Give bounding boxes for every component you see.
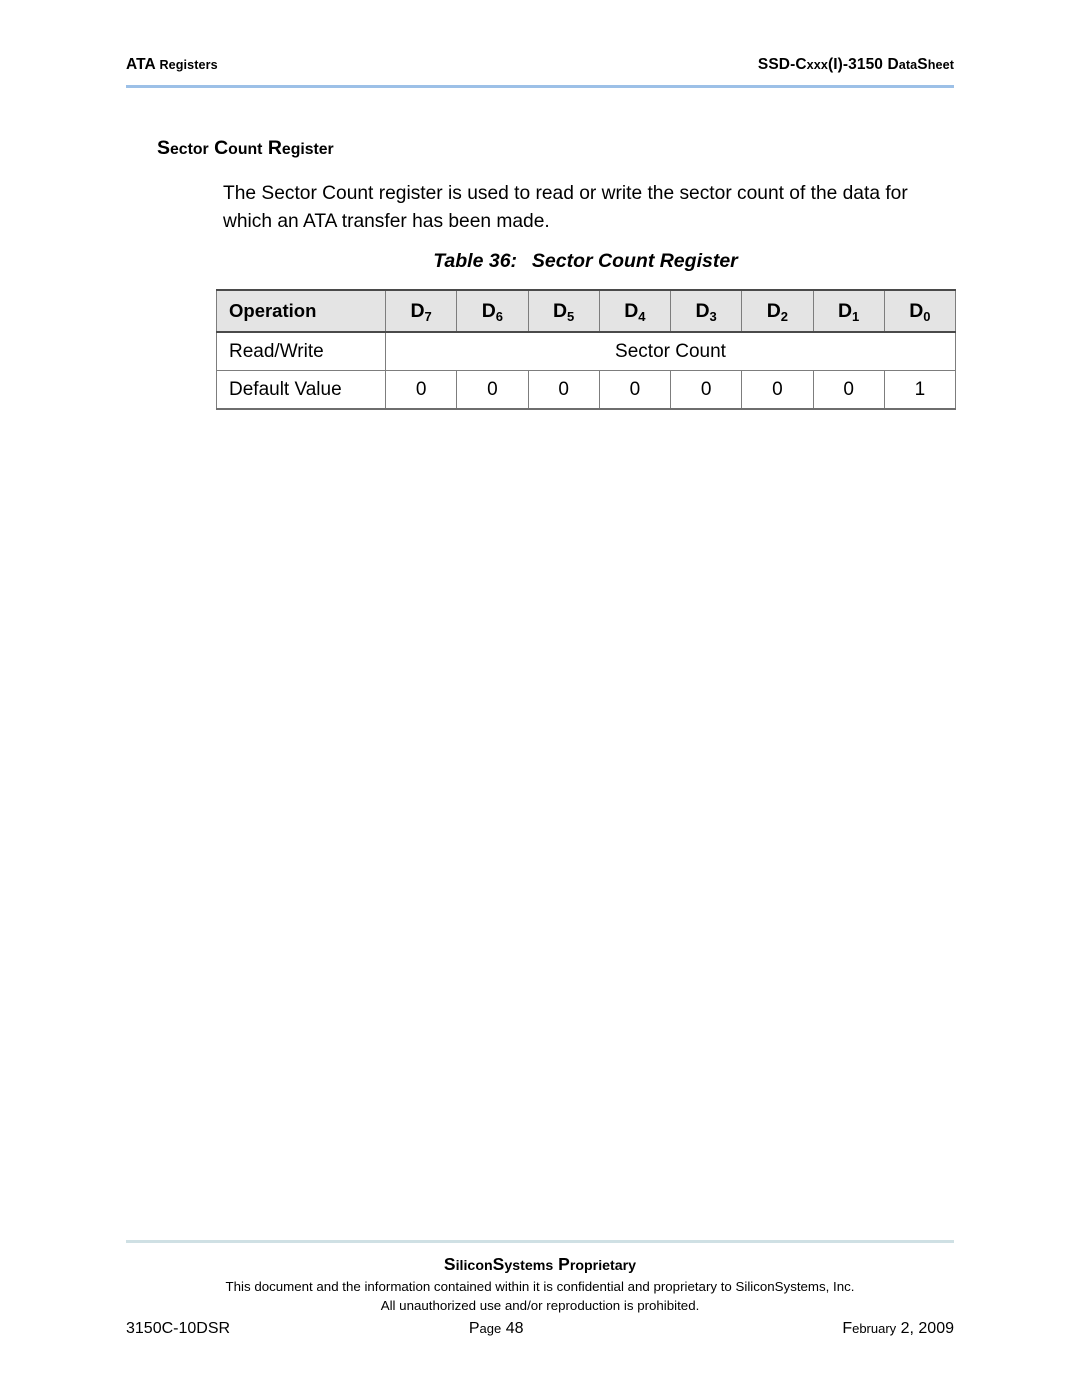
table-caption: Table 36: Sector Count Register — [216, 250, 955, 273]
column-header-d0-sub: 0 — [923, 308, 931, 324]
column-header-d4-sub: 4 — [638, 308, 646, 324]
prop-s1: S — [443, 1254, 456, 1274]
column-header-d6-label: D — [481, 299, 496, 322]
legal-line-1: This document and the information contai… — [225, 1279, 855, 1294]
column-header-d3-label: D — [695, 299, 710, 322]
date-f: F — [842, 1320, 853, 1337]
column-header-d4-label: D — [624, 299, 639, 322]
table-caption-title: Sector Count Register — [531, 250, 738, 272]
header-divider-rule — [126, 85, 954, 88]
page-label-p: P — [468, 1320, 480, 1337]
section-heading: Sector Count Register — [157, 137, 334, 160]
header-right-paren: (I)-3150 — [827, 56, 888, 73]
section-title-egister: egister — [281, 141, 334, 158]
header-right-lead: SSD-C — [757, 56, 807, 73]
column-header-d3-sub: 3 — [709, 308, 717, 324]
body-paragraph: The Sector Count register is used to rea… — [223, 183, 908, 232]
cell-default-d3: 0 — [669, 370, 743, 410]
header-right-ata: ata — [898, 58, 918, 72]
section-title-ount: ount — [228, 141, 263, 158]
header-left-rest: Registers — [155, 58, 218, 72]
legal-notice: This document and the information contai… — [126, 1278, 954, 1315]
column-header-d7-sub: 7 — [424, 308, 432, 324]
row-label-default-value: Default Value — [216, 370, 386, 410]
header-right-mid: xxx — [806, 58, 828, 72]
table-row: Read/Write Sector Count — [216, 332, 956, 371]
section-title-r: R — [267, 137, 282, 159]
date-rest: 2, 2009 — [896, 1320, 954, 1337]
column-header-operation: Operation — [216, 289, 386, 333]
prop-ilicon: ilicon — [455, 1258, 493, 1274]
cell-default-d7: 0 — [384, 370, 458, 410]
column-header-d2-label: D — [766, 299, 781, 322]
legal-line-2: All unauthorized use and/or reproduction… — [380, 1297, 700, 1313]
prop-roprietary: roprietary — [569, 1258, 637, 1274]
column-header-d5-label: D — [552, 299, 568, 322]
prop-p: P — [558, 1254, 570, 1274]
page-footer: 3150C-10DSR Page 48 February 2, 2009 — [126, 1320, 954, 1338]
proprietary-notice-heading: SiliconSystems Proprietary — [126, 1254, 954, 1275]
sector-count-register-table: Operation D7 D6 D5 D4 D3 D2 D1 D0 Read/W… — [216, 289, 957, 410]
cell-default-d2: 0 — [741, 370, 814, 410]
header-right-s: S — [917, 56, 928, 73]
header-right-d: D — [887, 56, 899, 73]
table-header-row: Operation D7 D6 D5 D4 D3 D2 D1 D0 — [216, 289, 957, 333]
running-header: ATA Registers SSD-Cxxx(I)-3150 DataSheet — [126, 56, 954, 74]
column-header-d1-label: D — [837, 299, 853, 322]
column-header-d6-sub: 6 — [495, 308, 504, 324]
prop-ystems: ystems — [504, 1258, 554, 1274]
table-caption-label: Table 36: — [433, 250, 518, 272]
header-right-title: SSD-Cxxx(I)-3150 DataSheet — [758, 56, 954, 74]
column-header-operation-label: Operation — [229, 300, 317, 321]
column-header-d1: D1 — [812, 289, 885, 333]
footer-divider-rule — [126, 1240, 954, 1243]
document-page: ATA Registers SSD-Cxxx(I)-3150 DataSheet… — [0, 0, 1080, 1397]
column-header-d5: D5 — [527, 289, 600, 333]
section-title-c: C — [214, 137, 229, 159]
cell-default-d6: 0 — [456, 370, 529, 410]
page-number-block: Page 48 — [469, 1320, 524, 1338]
table-row: Default Value 0 0 0 0 0 0 0 1 — [216, 370, 957, 410]
column-header-d3: D3 — [669, 289, 743, 333]
header-left-lead: ATA — [126, 56, 156, 73]
cell-default-d4: 0 — [598, 370, 672, 410]
column-header-d1-sub: 1 — [852, 308, 860, 324]
section-title-ector: ector — [170, 141, 209, 158]
column-header-d7-label: D — [410, 299, 425, 322]
section-title-s: S — [157, 137, 171, 159]
header-left-title: ATA Registers — [126, 56, 218, 74]
header-right-heet: heet — [927, 58, 954, 72]
prop-s2: S — [492, 1254, 505, 1274]
page-label-age: age — [479, 1321, 502, 1336]
row-label-read-write: Read/Write — [216, 332, 386, 371]
column-header-d4: D4 — [598, 289, 672, 333]
column-header-d7: D7 — [384, 289, 458, 333]
cell-default-d5: 0 — [527, 370, 600, 410]
column-header-d6: D6 — [456, 289, 529, 333]
cell-default-d0: 1 — [883, 370, 957, 410]
column-header-d5-sub: 5 — [567, 308, 575, 324]
document-code: 3150C-10DSR — [126, 1320, 231, 1337]
column-header-d2: D2 — [741, 289, 814, 333]
cell-default-d1: 0 — [812, 370, 885, 410]
column-header-d2-sub: 2 — [780, 308, 789, 324]
document-date: February 2, 2009 — [842, 1320, 954, 1338]
column-header-d0-label: D — [909, 299, 924, 322]
date-ebruary: ebruary — [852, 1321, 897, 1336]
page-number: 48 — [501, 1320, 524, 1337]
cell-sector-count-merged: Sector Count — [385, 332, 956, 371]
column-header-d0: D0 — [883, 289, 957, 333]
